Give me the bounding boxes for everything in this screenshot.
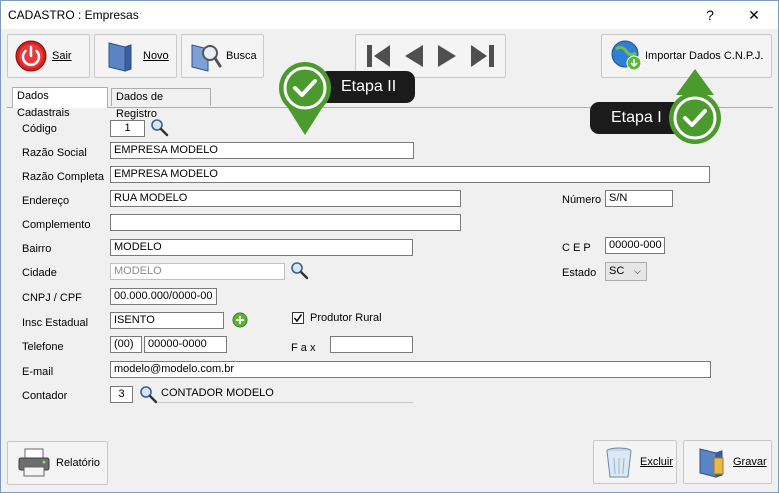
save-folder-icon	[699, 448, 724, 478]
bairro-label: Bairro	[22, 243, 52, 255]
etapa-ii-label: Etapa II	[341, 78, 397, 95]
complemento-field[interactable]	[110, 214, 461, 231]
novo-label: Novo	[143, 50, 169, 62]
window-title: CADASTRO : Empresas	[8, 8, 139, 22]
fax-label: F a x	[291, 342, 316, 354]
search-folder-icon	[191, 44, 222, 72]
numero-field[interactable]: S/N	[605, 190, 673, 207]
insc-estadual-field[interactable]: ISENTO	[110, 312, 224, 329]
cnpj-label: CNPJ / CPF	[22, 292, 82, 304]
tab-dados-registro-label: Dados de Registro	[116, 91, 164, 120]
estado-select[interactable]: SC ⌵	[605, 262, 647, 281]
globe-download-icon	[611, 40, 642, 71]
relatorio-label: Relatório	[56, 457, 101, 469]
title-bar: CADASTRO : Empresas ? ✕	[1, 1, 778, 29]
cnpj-field[interactable]: 00.000.000/0000-00	[110, 288, 217, 305]
close-button[interactable]: ✕	[739, 5, 769, 25]
printer-icon	[18, 448, 50, 477]
estado-label: Estado	[562, 267, 597, 279]
endereco-label: Endereço	[22, 195, 70, 207]
estado-value: SC	[609, 265, 625, 277]
etapa-i-label: Etapa I	[611, 109, 662, 126]
search-icon[interactable]	[139, 385, 159, 405]
codigo-label: Código	[22, 123, 57, 135]
excluir-label: Excluir	[640, 456, 674, 468]
cidade-field[interactable]: MODELO	[110, 263, 285, 280]
new-document-icon	[108, 42, 132, 72]
search-icon[interactable]	[290, 261, 310, 281]
produtor-rural-label: Produtor Rural	[310, 312, 382, 324]
tab-dados-cadastrais[interactable]: Dados Cadastrais	[12, 87, 108, 119]
insc-estadual-label: Insc Estadual	[22, 317, 89, 329]
previous-record-icon[interactable]	[399, 42, 427, 70]
help-button[interactable]: ?	[695, 5, 725, 25]
next-record-icon[interactable]	[434, 42, 462, 70]
busca-button[interactable]: Busca	[181, 34, 264, 78]
importar-label: Importar Dados C.N.P.J.	[645, 50, 764, 62]
numero-label: Número	[562, 194, 602, 206]
first-record-icon[interactable]	[364, 42, 392, 70]
etapa-ii-callout: Etapa II	[319, 71, 415, 103]
etapa-ii-badge	[279, 62, 331, 135]
tab-dados-registro[interactable]: Dados de Registro	[111, 88, 211, 120]
last-record-icon[interactable]	[469, 42, 497, 70]
razao-completa-label: Razão Completa	[22, 171, 104, 183]
complemento-label: Complemento	[22, 219, 91, 231]
chevron-down-icon: ⌵	[634, 266, 641, 276]
relatorio-button[interactable]: Relatório	[7, 441, 108, 485]
produtor-rural-checkbox[interactable]	[292, 312, 304, 324]
fax-field[interactable]	[330, 336, 413, 353]
checkmark-icon	[293, 314, 303, 323]
contador-code-field[interactable]: 3	[110, 386, 133, 403]
codigo-field[interactable]: 1	[110, 120, 145, 137]
gravar-label: Gravar	[733, 456, 767, 468]
cep-field[interactable]: 00000-000	[605, 237, 665, 254]
email-field[interactable]: modelo@modelo.com.br	[110, 361, 711, 378]
sair-button[interactable]: Sair	[7, 34, 90, 78]
power-icon	[15, 40, 47, 72]
razao-completa-field[interactable]: EMPRESA MODELO	[110, 166, 710, 183]
recycle-bin-icon	[606, 447, 632, 478]
search-icon[interactable]	[150, 118, 170, 138]
busca-label: Busca	[226, 50, 257, 62]
tab-dados-cadastrais-label: Dados Cadastrais	[17, 90, 70, 119]
telefone-ddd-field[interactable]: (00)	[110, 336, 142, 353]
add-icon[interactable]	[232, 312, 248, 328]
endereco-field[interactable]: RUA MODELO	[110, 190, 461, 207]
cidade-label: Cidade	[22, 267, 57, 279]
razao-social-label: Razão Social	[22, 147, 87, 159]
telefone-label: Telefone	[22, 341, 64, 353]
gravar-button[interactable]: Gravar	[683, 440, 772, 484]
bairro-field[interactable]: MODELO	[110, 239, 413, 256]
etapa-i-badge	[669, 69, 721, 144]
excluir-button[interactable]: Excluir	[593, 440, 677, 484]
window: CADASTRO : Empresas ? ✕ Sair Novo Busca	[0, 0, 779, 493]
novo-button[interactable]: Novo	[94, 34, 177, 78]
contador-label: Contador	[22, 390, 68, 402]
razao-social-field[interactable]: EMPRESA MODELO	[110, 142, 414, 159]
sair-label: Sair	[52, 50, 72, 62]
email-label: E-mail	[22, 366, 54, 378]
contador-name-field: CONTADOR MODELO	[158, 386, 413, 403]
cep-label: C E P	[562, 242, 591, 254]
telefone-field[interactable]: 00000-0000	[144, 336, 227, 353]
